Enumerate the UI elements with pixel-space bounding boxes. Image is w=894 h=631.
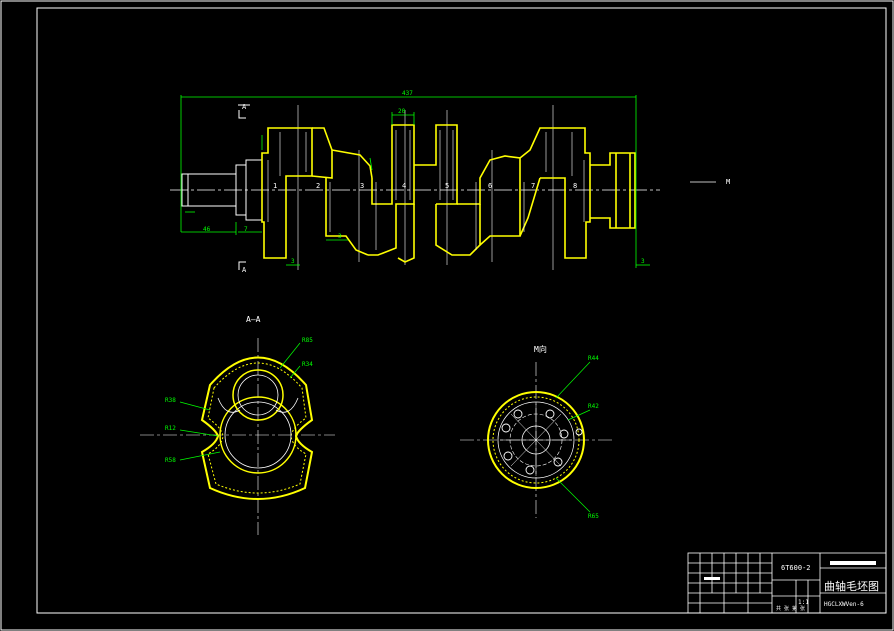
- journal-label-5: 5: [445, 182, 449, 190]
- radius-r12: R12: [165, 425, 176, 432]
- scale-value: 1:1: [798, 599, 809, 606]
- journal-label-6: 6: [488, 182, 492, 190]
- crankshaft-body: [261, 124, 636, 263]
- flange-view-title: M向: [534, 344, 547, 354]
- dim-3-b: 3: [338, 233, 342, 240]
- dim-web-width: 20: [398, 108, 406, 115]
- dim-3-c: 3: [641, 258, 645, 265]
- drawing-number: 6T600-2: [781, 564, 811, 572]
- title-block-fill-bar: [830, 561, 876, 565]
- radius-r65: R65: [588, 513, 599, 520]
- journal-label-1: 1: [273, 182, 277, 190]
- dim-3-a: 3: [291, 258, 295, 265]
- dim-chamfer-7: 7: [244, 226, 248, 233]
- crankshaft-front-view: 1 2 3 4 5 6 7 8 437 20 46 7 3 3 3 A A M: [170, 90, 730, 274]
- section-view-a-a: A—A R85 R34 R38 R12 R58: [140, 315, 335, 535]
- radius-r44: R44: [588, 355, 599, 362]
- journal-label-4: 4: [402, 182, 406, 190]
- outer-border: [0, 0, 894, 631]
- section-arrow-top: A: [242, 103, 247, 111]
- dim-left-length: 46: [203, 226, 211, 233]
- dimension-lines: [180, 95, 650, 268]
- drawing-title: 曲轴毛坯图: [824, 579, 879, 593]
- journal-label-2: 2: [316, 182, 320, 190]
- journal-label-3: 3: [360, 182, 364, 190]
- radius-r42: R42: [588, 403, 599, 410]
- dim-overall-length: 437: [402, 90, 413, 97]
- section-view-title: A—A: [246, 315, 261, 324]
- radius-r85: R85: [302, 337, 313, 344]
- journal-label-8: 8: [573, 182, 577, 190]
- journal-label-7: 7: [531, 182, 535, 190]
- material-code: HGCLXWVen-6: [824, 601, 864, 608]
- radius-r34: R34: [302, 361, 313, 368]
- view-arrow-label: M: [726, 178, 730, 186]
- flange-view-m: M向 R44 R42 R65: [460, 344, 612, 520]
- section-arrow-bottom: A: [242, 266, 247, 274]
- radius-r38: R38: [165, 397, 176, 404]
- sheet-info: 共 张 第 张: [776, 605, 805, 612]
- radius-r58: R58: [165, 457, 176, 464]
- inner-border: [36, 7, 887, 614]
- title-block-fill-small: [704, 577, 720, 580]
- cad-drawing: 1 2 3 4 5 6 7 8 437 20 46 7 3 3 3 A A M …: [0, 0, 894, 631]
